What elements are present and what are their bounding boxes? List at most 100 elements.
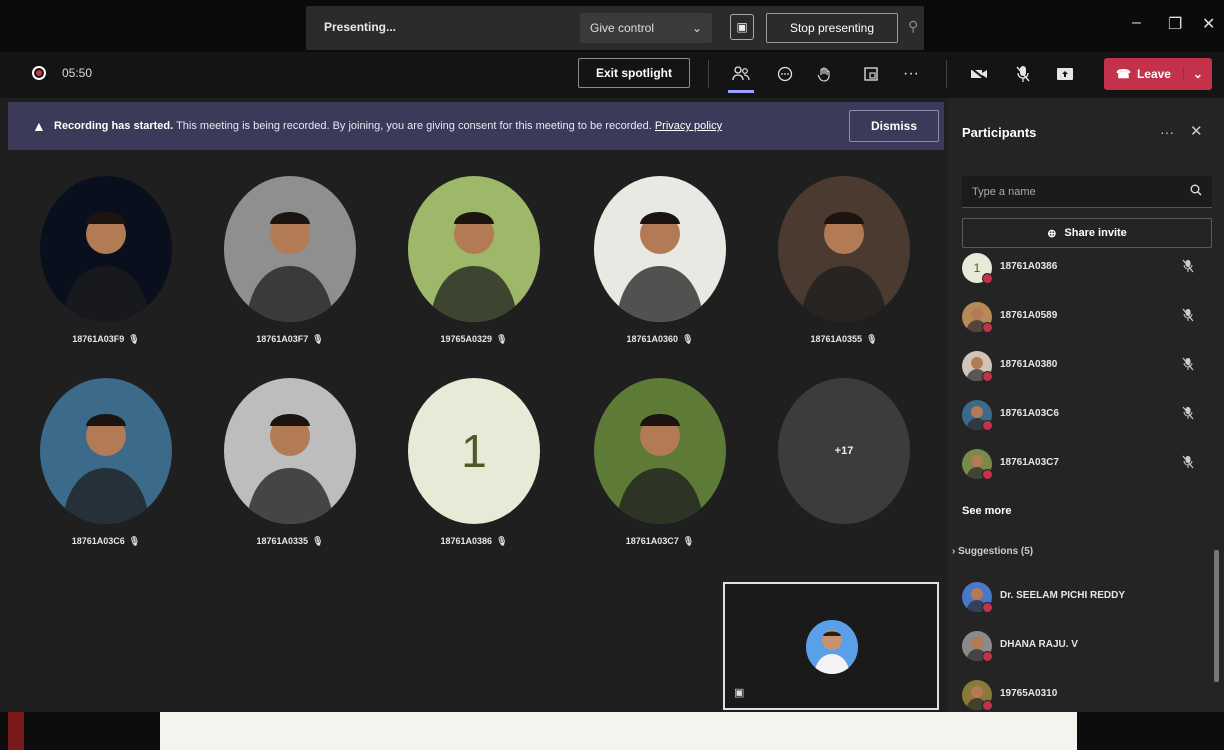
participant-tile[interactable]: 18761A03F7 🎙 xyxy=(224,176,374,366)
suggestion-row[interactable]: 19765A0310 xyxy=(962,678,1212,712)
mic-off-icon: 🎙 xyxy=(312,334,324,344)
participant-avatar xyxy=(408,176,540,322)
stop-presenting-button[interactable]: Stop presenting xyxy=(766,13,898,43)
participant-name-text: 18761A03C6 xyxy=(71,536,125,546)
mic-off-icon: 🎙 xyxy=(496,334,508,344)
participant-name: 18761A0360 🎙 xyxy=(594,334,726,345)
participant-row[interactable]: 18761A0380 xyxy=(962,349,1212,383)
participant-name: Dr. SEELAM PICHI REDDY xyxy=(1000,590,1126,601)
participant-row[interactable]: 18761A03C6 xyxy=(962,398,1212,432)
participant-name: 19765A0329 🎙 xyxy=(408,334,540,345)
suggestion-row[interactable]: DHANA RAJU. V xyxy=(962,629,1212,663)
participant-tile[interactable]: 19765A0329 🎙 xyxy=(408,176,558,366)
participant-avatar xyxy=(40,378,172,524)
breakout-rooms-icon[interactable] xyxy=(858,62,884,86)
suggestion-row[interactable]: Dr. SEELAM PICHI REDDY xyxy=(962,580,1212,614)
participant-avatar xyxy=(778,176,910,322)
participant-name: 18761A03F7 🎙 xyxy=(224,334,356,345)
see-more-link[interactable]: See more xyxy=(962,505,1012,517)
maximize-icon[interactable]: ❐ xyxy=(1168,14,1182,34)
participant-tile[interactable]: 18761A0360 🎙 xyxy=(594,176,744,366)
warning-icon: ▲ xyxy=(32,118,46,134)
more-actions-icon[interactable]: ··· xyxy=(898,62,924,86)
privacy-policy-link[interactable]: Privacy policy xyxy=(655,120,722,132)
chevron-right-icon: › xyxy=(952,546,956,557)
participant-avatar xyxy=(224,378,356,524)
participant-name-text: 18761A0335 xyxy=(256,536,309,546)
participant-name-text: 18761A0386 xyxy=(440,536,493,546)
share-invite-button[interactable]: ⊕ Share invite xyxy=(962,218,1212,248)
close-panel-icon[interactable]: ✕ xyxy=(1190,122,1203,140)
share-invite-label: Share invite xyxy=(1064,227,1127,239)
participant-row[interactable]: 18761A0589 xyxy=(962,300,1212,334)
participant-tile[interactable]: 1 18761A0386 🎙 xyxy=(408,378,558,568)
share-screen-icon[interactable] xyxy=(1052,62,1078,86)
reactions-icon[interactable] xyxy=(812,62,838,86)
mic-off-icon[interactable] xyxy=(1182,308,1194,325)
suggestions-label: Suggestions (5) xyxy=(958,546,1034,557)
participant-name: 18761A03C7 xyxy=(1000,457,1059,468)
mic-off-icon[interactable] xyxy=(1182,259,1194,276)
participant-name: 18761A0386 xyxy=(1000,261,1058,272)
mic-off-icon: 🎙 xyxy=(682,536,695,546)
meeting-timer: 05:50 xyxy=(62,66,93,80)
presenting-label: Presenting... xyxy=(324,20,397,34)
participant-name-text: 18761A03C7 xyxy=(625,536,679,546)
participant-row[interactable]: 18761A03C7 xyxy=(962,447,1212,481)
chevron-down-icon[interactable]: ⌄ xyxy=(1182,67,1212,81)
participant-name-text: 18761A03F9 xyxy=(72,334,125,344)
participant-name: 18761A03C7 🎙 xyxy=(594,536,726,547)
participant-search-input[interactable]: Type a name xyxy=(962,176,1212,208)
exit-spotlight-button[interactable]: Exit spotlight xyxy=(578,58,690,88)
participant-avatar xyxy=(594,176,726,322)
participant-avatar: 1 xyxy=(408,378,540,524)
share-tray-icon[interactable]: ▣ xyxy=(730,14,754,40)
camera-off-icon[interactable] xyxy=(966,62,992,86)
mic-off-icon[interactable] xyxy=(1182,455,1194,472)
participant-name: 19765A0310 xyxy=(1000,688,1058,699)
search-icon xyxy=(1190,184,1202,199)
participant-tile[interactable]: 18761A03F9 🎙 xyxy=(40,176,190,366)
participant-tile[interactable]: 18761A0355 🎙 xyxy=(778,176,928,366)
participant-tile[interactable]: +17 xyxy=(778,378,928,568)
participant-tile[interactable]: 18761A0335 🎙 xyxy=(224,378,374,568)
minimize-icon[interactable]: – xyxy=(1132,14,1141,32)
participant-name: 18761A03F9 🎙 xyxy=(40,334,172,345)
status-badge xyxy=(982,469,993,480)
give-control-dropdown[interactable]: Give control ⌄ xyxy=(580,13,712,43)
toolbar-divider xyxy=(946,60,947,88)
participant-row[interactable]: 1 18761A0386 xyxy=(962,251,1212,285)
leave-button[interactable]: ☎ Leave ⌄ xyxy=(1104,58,1212,90)
participant-name: DHANA RAJU. V xyxy=(1000,639,1078,650)
dismiss-button[interactable]: Dismiss xyxy=(849,110,939,142)
recording-banner-text: Recording has started. This meeting is b… xyxy=(54,120,722,132)
mic-off-icon[interactable] xyxy=(1182,357,1194,374)
participants-icon[interactable] xyxy=(728,62,754,86)
participant-avatar xyxy=(594,378,726,524)
mic-off-icon[interactable] xyxy=(1182,406,1194,423)
give-control-label: Give control xyxy=(590,21,655,35)
participant-tile[interactable]: 18761A03C7 🎙 xyxy=(594,378,744,568)
participant-avatar xyxy=(40,176,172,322)
participant-name-text: 18761A0355 xyxy=(810,334,863,344)
suggestions-header[interactable]: › Suggestions (5) xyxy=(952,546,1033,557)
mic-off-icon: 🎙 xyxy=(682,334,694,344)
status-badge xyxy=(982,420,993,431)
participant-name: 18761A0386 🎙 xyxy=(408,536,540,547)
participant-name-text: 18761A03F7 xyxy=(256,334,309,344)
pin-icon[interactable]: ⚲ xyxy=(908,18,918,35)
mic-off-icon: 🎙 xyxy=(312,536,324,546)
participant-tile[interactable]: 18761A03C6 🎙 xyxy=(40,378,190,568)
overflow-count-label: +17 xyxy=(778,378,910,524)
mic-off-icon[interactable] xyxy=(1010,62,1036,86)
participant-name: 18761A03C6 🎙 xyxy=(40,536,172,547)
participant-name: 18761A0335 🎙 xyxy=(224,536,356,547)
avatar-initial: 1 xyxy=(408,378,540,524)
chat-icon[interactable] xyxy=(772,62,798,86)
more-options-icon[interactable]: ··· xyxy=(1160,124,1174,140)
panel-scrollbar[interactable] xyxy=(1214,550,1219,682)
recording-icon xyxy=(32,66,46,80)
phone-hangup-icon: ☎ xyxy=(1116,67,1131,81)
close-window-icon[interactable]: ✕ xyxy=(1202,14,1215,34)
shared-content-edge xyxy=(8,712,24,750)
